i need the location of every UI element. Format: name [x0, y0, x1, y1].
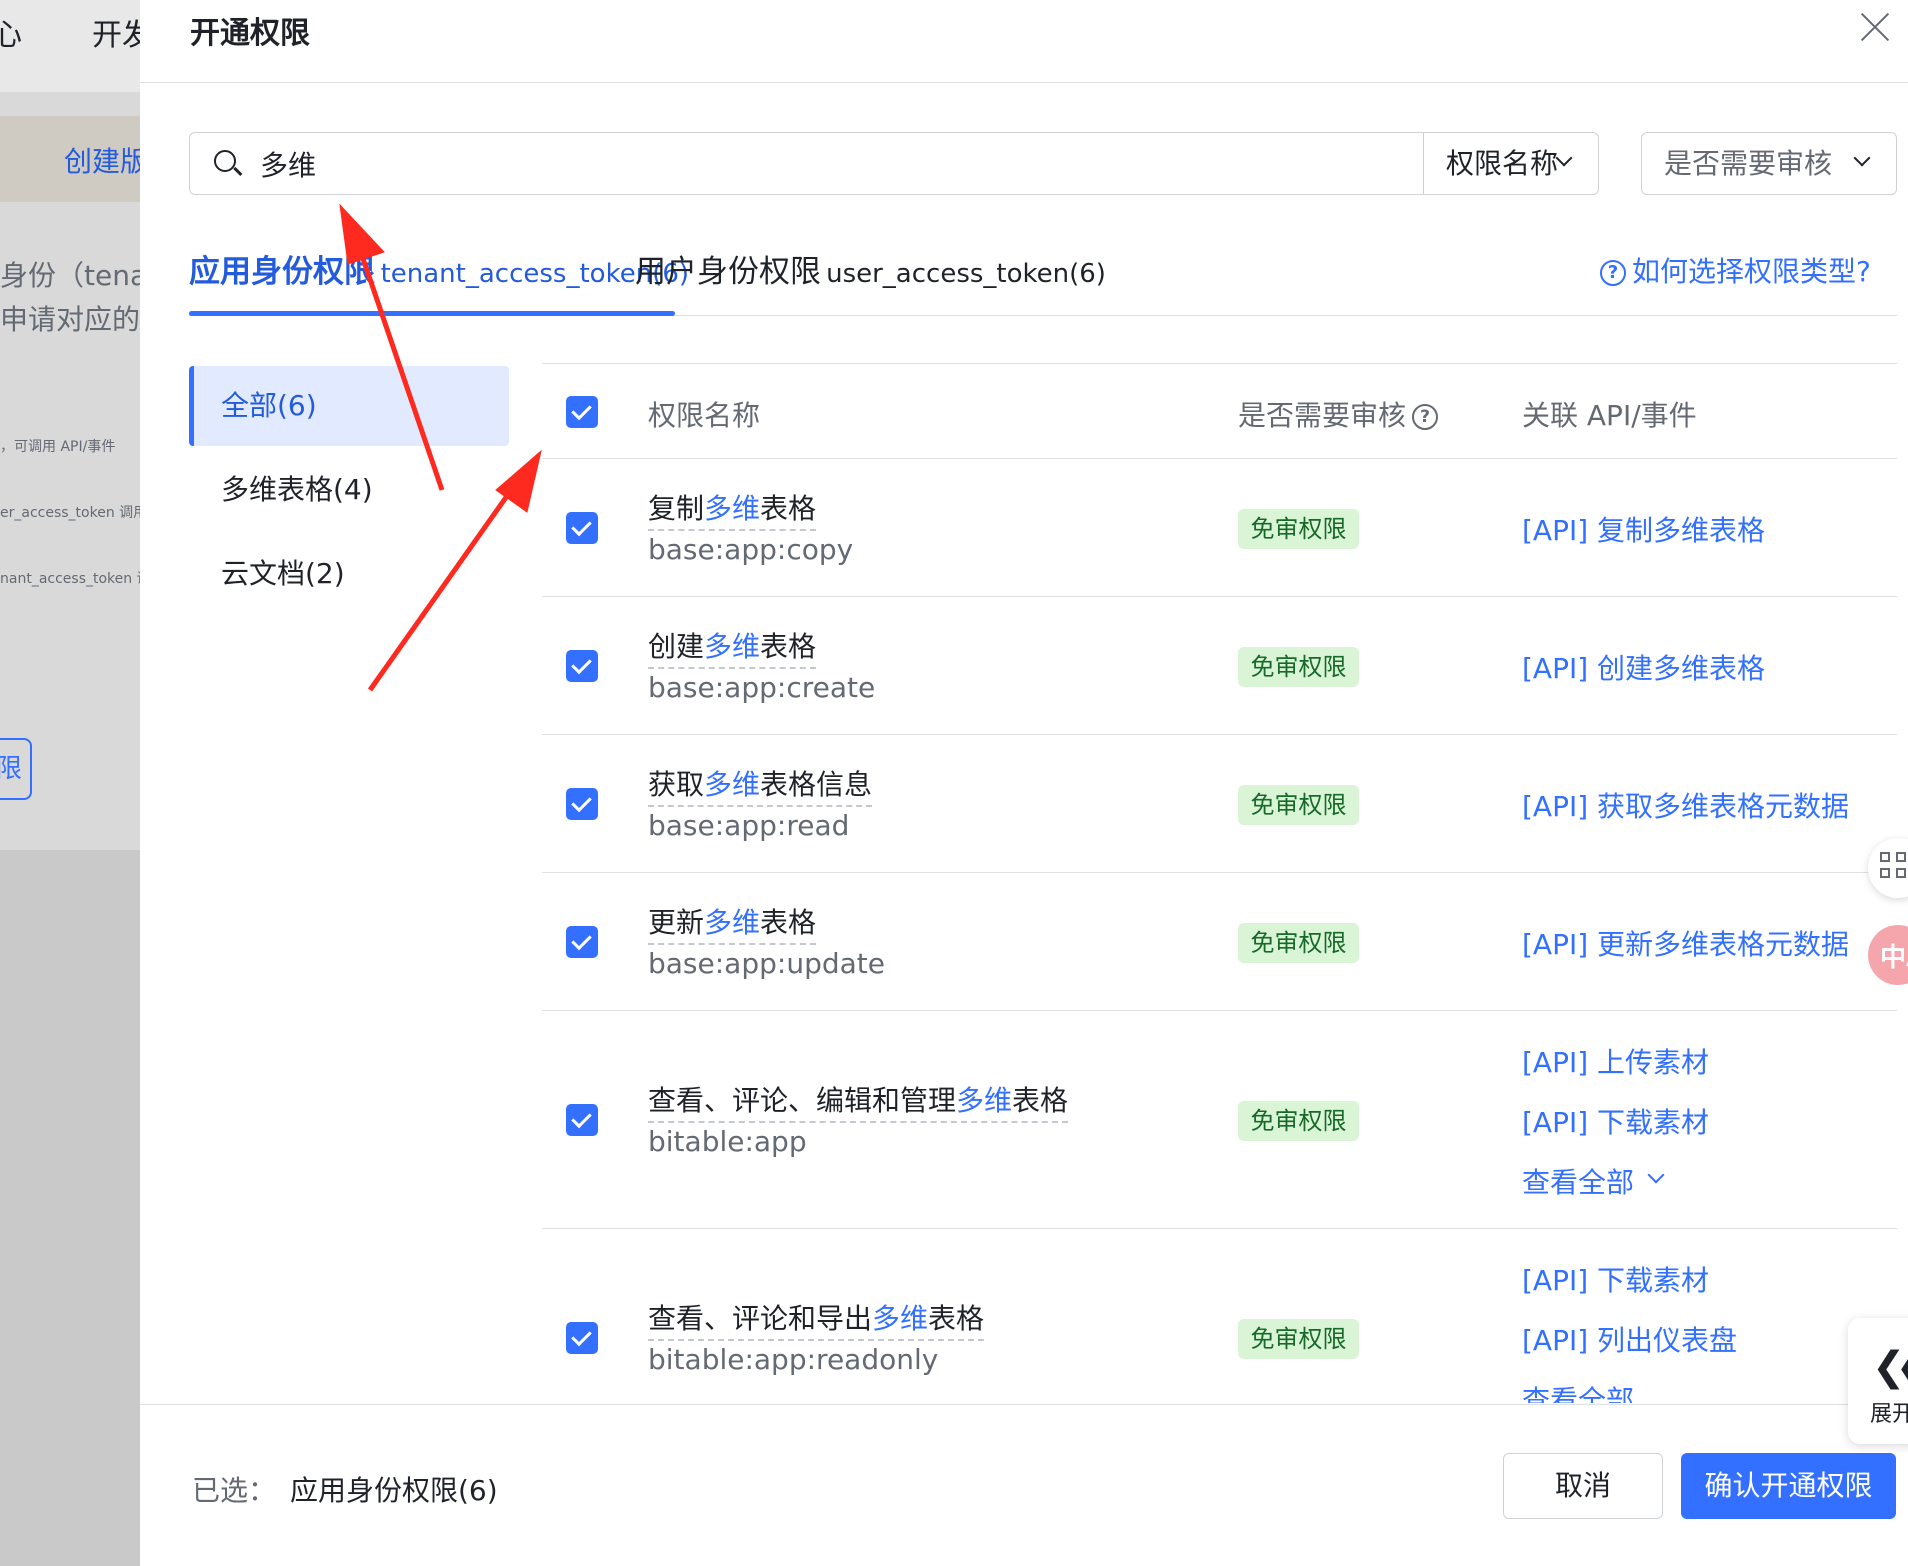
background-text: 申请对应的 — [0, 303, 140, 336]
help-link[interactable]: ? 如何选择权限类型? — [1600, 250, 1871, 290]
review-filter-select[interactable]: 是否需要审核 — [1641, 132, 1897, 195]
tab-user-access[interactable]: 用户身份权限 user_access_token(6) — [635, 246, 1106, 322]
api-link[interactable]: [API] 上传素材 — [1522, 1041, 1709, 1081]
table-row: 复制多维表格 base:app:copy 免审权限 [API] 复制多维表格 — [542, 459, 1897, 597]
api-link[interactable]: [API] 复制多维表格 — [1522, 509, 1765, 549]
permission-name[interactable]: 获取多维表格信息 — [648, 763, 873, 807]
row-checkbox[interactable] — [566, 512, 598, 544]
permission-name[interactable]: 查看、评论和导出多维表格 — [648, 1297, 985, 1341]
api-link[interactable]: [API] 下载素材 — [1522, 1101, 1709, 1141]
double-chevron-left-icon: ❮❮ — [1872, 1344, 1908, 1390]
background-nav-item: 开发 — [92, 18, 140, 53]
close-icon[interactable] — [1855, 6, 1895, 46]
background-text: 身份（tena — [0, 259, 140, 292]
api-link[interactable]: [API] 创建多维表格 — [1522, 647, 1765, 687]
tab-label: 用户身份权限 — [635, 254, 821, 290]
review-badge: 免审权限 — [1238, 923, 1359, 963]
search-field-select[interactable]: 权限名称 — [1423, 133, 1599, 194]
modal-footer: 已选： 应用身份权限(6) 取消 确认开通权限 — [140, 1404, 1908, 1566]
review-badge: 免审权限 — [1238, 785, 1359, 825]
permission-code: base:app:read — [648, 809, 850, 842]
background-create-link: 创建版 — [64, 145, 140, 178]
sidebar-item-all[interactable]: 全部(6) — [189, 366, 509, 446]
table-row: 查看、评论、编辑和管理多维表格 bitable:app 免审权限 [API] 上… — [542, 1011, 1897, 1229]
expand-panel-button[interactable]: ❮❮ 展开 — [1848, 1318, 1908, 1444]
select-all-checkbox[interactable] — [566, 396, 598, 428]
table-row: 更新多维表格 base:app:update 免审权限 [API] 更新多维表格… — [542, 873, 1897, 1011]
chevron-down-icon — [1853, 149, 1871, 167]
search-field-label: 权限名称 — [1446, 147, 1559, 180]
api-link[interactable]: [API] 更新多维表格元数据 — [1522, 923, 1849, 963]
background-nav-item: 心 — [0, 18, 22, 53]
review-badge: 免审权限 — [1238, 1101, 1359, 1141]
table-row: 创建多维表格 base:app:create 免审权限 [API] 创建多维表格 — [542, 597, 1897, 735]
review-filter-label: 是否需要审核 — [1664, 147, 1833, 180]
translate-glyph: 中A — [1880, 943, 1908, 973]
review-badge: 免审权限 — [1238, 509, 1359, 549]
permission-name[interactable]: 查看、评论、编辑和管理多维表格 — [648, 1079, 1069, 1123]
permission-code: base:app:update — [648, 947, 885, 980]
background-button: 限 — [0, 738, 32, 800]
background-page: 心 开发 创建版 身份（tena 申请对应的 ，可调用 API/事件 er_ac… — [0, 0, 140, 1566]
review-badge: 免审权限 — [1238, 1319, 1359, 1359]
confirm-button[interactable]: 确认开通权限 — [1681, 1453, 1896, 1519]
column-header-review: 是否需要审核? — [1238, 394, 1439, 434]
permission-code: bitable:app — [648, 1125, 807, 1158]
background-mini-text: er_access_token 调用 — [0, 505, 140, 521]
table-header: 权限名称 是否需要审核? 关联 API/事件 — [542, 363, 1897, 459]
permission-modal: 开通权限 权限名称 是否需要审核 应用身份权限 tenant_access_to… — [140, 0, 1908, 1566]
sidebar-item-bitable[interactable]: 多维表格(4) — [189, 450, 509, 530]
column-header-name: 权限名称 — [648, 399, 761, 432]
question-icon[interactable]: ? — [1412, 404, 1439, 430]
help-link-label: 如何选择权限类型? — [1632, 255, 1871, 288]
sidebar-item-docs[interactable]: 云文档(2) — [189, 534, 509, 614]
chevron-down-icon — [1555, 149, 1573, 167]
permission-code: bitable:app:readonly — [648, 1343, 939, 1376]
modal-title: 开通权限 — [190, 16, 310, 51]
tab-label: 应用身份权限 — [189, 254, 375, 290]
selected-label: 已选： — [192, 1474, 277, 1507]
help-circle-icon: ? — [1600, 260, 1626, 286]
row-checkbox[interactable] — [566, 788, 598, 820]
row-checkbox[interactable] — [566, 926, 598, 958]
column-header-review-label: 是否需要审核 — [1238, 399, 1407, 432]
api-link[interactable]: [API] 下载素材 — [1522, 1259, 1709, 1299]
background-mini-text: nant_access_token 调 — [0, 571, 140, 587]
search-icon — [214, 150, 243, 178]
row-checbox[interactable] — [566, 1104, 598, 1136]
review-badge: 免审权限 — [1238, 647, 1359, 687]
background-mini-text: ，可调用 API/事件 — [0, 439, 116, 455]
chevron-down-icon — [1647, 1166, 1665, 1184]
expand-label: 展开 — [1870, 1402, 1908, 1427]
background-overlay — [0, 850, 140, 1566]
row-checkbox[interactable] — [566, 650, 598, 682]
row-checkbox[interactable] — [566, 1322, 598, 1354]
tab-token: user_access_token(6) — [826, 259, 1106, 289]
view-all-link[interactable]: 查看全部 — [1522, 1161, 1665, 1201]
selected-value: 应用身份权限(6) — [290, 1474, 498, 1507]
table-row: 获取多维表格信息 base:app:read 免审权限 [API] 获取多维表格… — [542, 735, 1897, 873]
permission-code: base:app:create — [648, 671, 876, 704]
divider — [140, 82, 1908, 83]
cancel-button[interactable]: 取消 — [1503, 1453, 1663, 1519]
search-bar: 权限名称 — [189, 132, 1599, 195]
permission-code: base:app:copy — [648, 533, 854, 566]
api-link[interactable]: [API] 获取多维表格元数据 — [1522, 785, 1849, 825]
api-link[interactable]: [API] 列出仪表盘 — [1522, 1319, 1737, 1359]
column-header-api: 关联 API/事件 — [1522, 399, 1697, 432]
permission-name[interactable]: 更新多维表格 — [648, 901, 817, 945]
search-input[interactable] — [260, 133, 1310, 194]
permission-name[interactable]: 复制多维表格 — [648, 487, 817, 531]
permission-name[interactable]: 创建多维表格 — [648, 625, 817, 669]
active-tab-indicator — [189, 311, 675, 316]
